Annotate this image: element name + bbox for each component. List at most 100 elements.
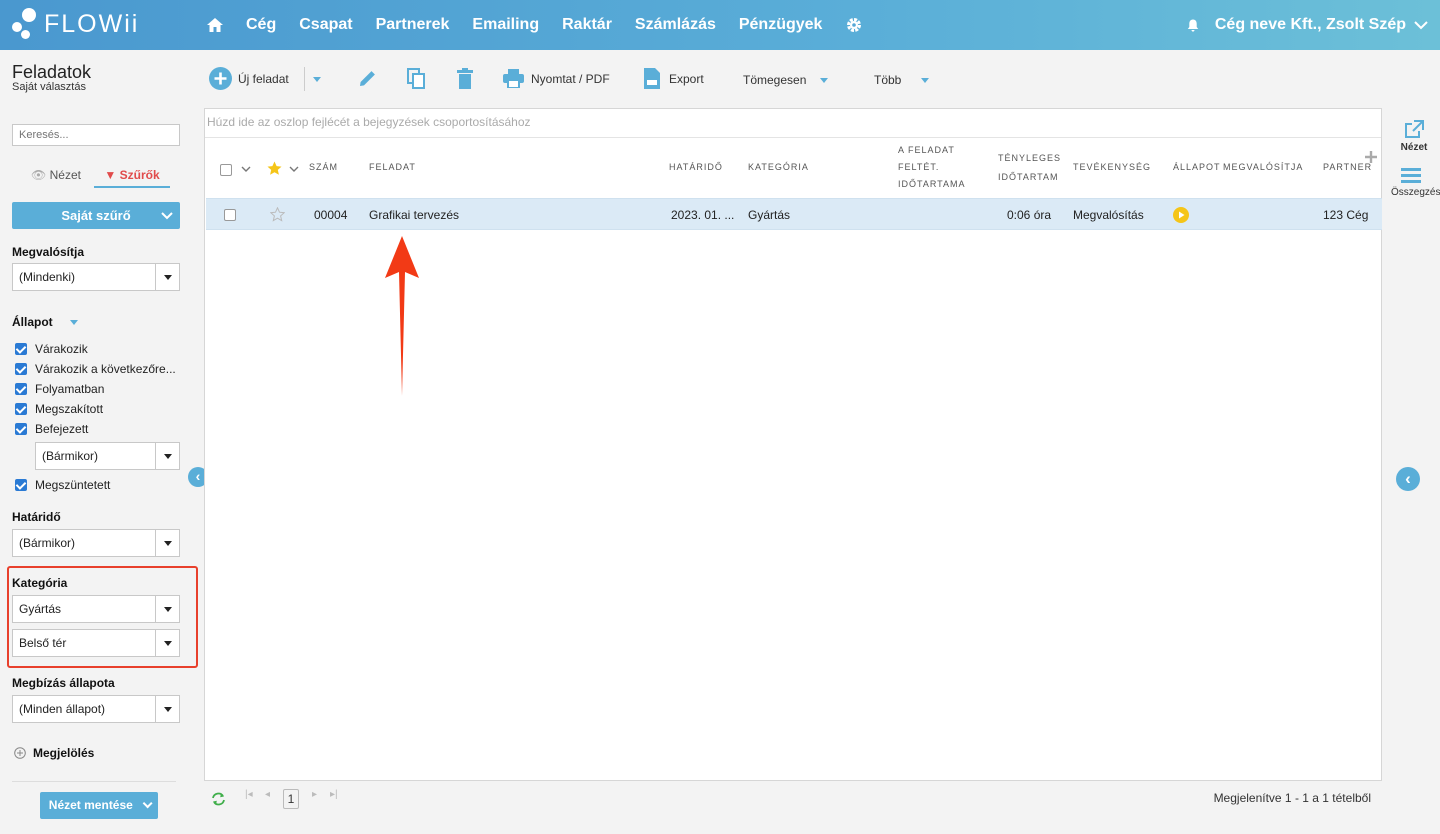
table-row[interactable]: 00004 Grafikai tervezés 2023. 01. ... Gy… xyxy=(206,198,1382,230)
column-header-number[interactable]: SZÁM xyxy=(309,157,338,177)
annotation-arrow-icon xyxy=(385,236,419,396)
new-task-button[interactable]: Új feladat xyxy=(209,67,289,90)
dropdown-arrow-icon xyxy=(155,530,179,556)
grid-footer: |◂ ◂ 1 ▸ ▸| Megjelenítve 1 - 1 a 1 tétel… xyxy=(204,781,1382,817)
cell-activity: Megvalósítás xyxy=(1073,208,1144,222)
order-status-select[interactable]: (Minden állapot) xyxy=(12,695,180,723)
refresh-icon[interactable] xyxy=(211,792,226,806)
assignee-select[interactable]: (Mindenki) xyxy=(12,263,180,291)
list-icon xyxy=(1401,168,1421,183)
nav-item-emailing[interactable]: Emailing xyxy=(472,16,539,34)
printer-icon xyxy=(503,69,524,88)
new-task-dropdown-icon[interactable] xyxy=(313,77,321,82)
group-by-hint[interactable]: Húzd ide az oszlop fejlécét a bejegyzése… xyxy=(207,115,531,129)
select-all-checkbox[interactable] xyxy=(220,164,232,176)
page-subtitle: Saját választás xyxy=(12,81,86,93)
plus-circle-icon xyxy=(14,747,26,759)
view-external-button[interactable]: Nézet xyxy=(1396,120,1432,153)
status-checkbox-waiting-next[interactable]: Várakozik a következőre... xyxy=(15,362,176,376)
more-actions-menu[interactable]: Több xyxy=(874,73,930,87)
save-view-button[interactable]: Nézet mentése xyxy=(40,792,158,819)
cell-partner: 123 Cég xyxy=(1323,208,1369,222)
flowii-logo-icon xyxy=(12,8,38,40)
star-icon[interactable] xyxy=(267,161,282,176)
print-pdf-button[interactable]: Nyomtat / PDF xyxy=(503,69,610,88)
brand-logo[interactable]: FLOWii xyxy=(12,8,139,40)
sidebar-tabs: 👁︎ Nézet ▼ Szűrők xyxy=(18,164,170,188)
deadline-select[interactable]: (Bármikor) xyxy=(12,529,180,557)
checkbox-checked-icon xyxy=(15,423,27,435)
bulk-actions-menu[interactable]: Tömegesen xyxy=(743,73,829,87)
excel-file-icon xyxy=(644,68,660,89)
chevron-down-icon[interactable] xyxy=(289,164,299,174)
copy-icon[interactable] xyxy=(407,68,426,89)
last-page-icon[interactable]: ▸| xyxy=(330,789,338,800)
page-number[interactable]: 1 xyxy=(283,789,299,809)
nav-item-szamlazas[interactable]: Számlázás xyxy=(635,16,716,34)
category-label: Kategória xyxy=(12,576,68,590)
status-in-progress-icon xyxy=(1173,207,1189,223)
category-select-1[interactable]: Gyártás xyxy=(12,595,180,623)
main-nav: Cég Csapat Partnerek Emailing Raktár Szá… xyxy=(206,0,863,50)
status-checkbox-terminated[interactable]: Megszüntetett xyxy=(15,478,110,492)
row-checkbox[interactable] xyxy=(224,209,236,221)
assignee-label: Megvalósítja xyxy=(12,245,85,259)
settings-gear-icon[interactable] xyxy=(845,16,863,34)
column-header-task[interactable]: FELADAT xyxy=(369,157,416,177)
column-header-actual-duration[interactable]: TÉNYLEGES IDŐTARTAM xyxy=(998,148,1061,187)
bell-icon[interactable] xyxy=(1187,19,1199,32)
filter-icon: ▼ xyxy=(104,168,117,182)
marking-toggle[interactable]: Megjelölés xyxy=(14,746,94,760)
chevron-down-icon[interactable] xyxy=(241,164,251,174)
edit-pencil-icon[interactable] xyxy=(358,69,377,88)
brand-name: FLOWii xyxy=(44,9,140,38)
user-menu[interactable]: Cég neve Kft., Zsolt Szép xyxy=(1187,0,1428,50)
column-header-status[interactable]: ÁLLAPOT xyxy=(1173,157,1221,177)
home-icon[interactable] xyxy=(206,16,224,34)
checkbox-checked-icon xyxy=(15,403,27,415)
task-grid: Húzd ide az oszlop fejlécét a bejegyzése… xyxy=(204,108,1382,781)
plus-circle-icon xyxy=(209,67,232,90)
nav-item-raktar[interactable]: Raktár xyxy=(562,16,612,34)
collapse-right-panel-button[interactable]: ‹ xyxy=(1396,467,1420,491)
column-header-activity[interactable]: TEVÉKENYSÉG xyxy=(1073,157,1151,177)
deadline-label: Határidő xyxy=(12,510,61,524)
add-column-plus-icon[interactable] xyxy=(1365,151,1377,163)
next-page-icon[interactable]: ▸ xyxy=(312,789,317,800)
previous-page-icon[interactable]: ◂ xyxy=(265,789,270,800)
star-outline-icon[interactable] xyxy=(270,207,285,222)
filter-sidebar: Feladatok Saját választás 👁︎ Nézet ▼ Szű… xyxy=(0,50,198,834)
dropdown-arrow-icon xyxy=(155,443,179,469)
export-button[interactable]: Export xyxy=(644,68,704,89)
column-header-deadline[interactable]: HATÁRIDŐ xyxy=(669,157,723,177)
chevron-down-icon xyxy=(820,77,829,83)
summary-button[interactable]: Összegzés xyxy=(1391,168,1440,198)
search-input[interactable] xyxy=(12,124,180,146)
status-checkbox-waiting[interactable]: Várakozik xyxy=(15,342,88,356)
column-header-category[interactable]: KATEGÓRIA xyxy=(748,157,809,177)
finished-when-select[interactable]: (Bármikor) xyxy=(35,442,180,470)
status-checkbox-finished[interactable]: Befejezett xyxy=(15,422,88,436)
nav-item-ceg[interactable]: Cég xyxy=(246,16,276,34)
cell-task[interactable]: Grafikai tervezés xyxy=(369,208,459,222)
dropdown-arrow-icon xyxy=(155,264,179,290)
first-page-icon[interactable]: |◂ xyxy=(245,789,253,800)
status-checkbox-interrupted[interactable]: Megszakított xyxy=(15,402,103,416)
category-select-2[interactable]: Belső tér xyxy=(12,629,180,657)
checkbox-checked-icon xyxy=(15,383,27,395)
tab-view[interactable]: 👁︎ Nézet xyxy=(18,164,94,188)
status-checkbox-in-progress[interactable]: Folyamatban xyxy=(15,382,104,396)
divider xyxy=(12,781,176,782)
delete-trash-icon[interactable] xyxy=(457,68,473,89)
nav-item-csapat[interactable]: Csapat xyxy=(299,16,352,34)
tab-filters[interactable]: ▼ Szűrők xyxy=(94,164,170,188)
chevron-down-icon xyxy=(161,212,173,220)
top-navigation-bar: FLOWii Cég Csapat Partnerek Emailing Rak… xyxy=(0,0,1440,50)
nav-item-partnerek[interactable]: Partnerek xyxy=(376,16,450,34)
nav-item-penzugyek[interactable]: Pénzügyek xyxy=(739,16,823,34)
column-header-assignee[interactable]: MEGVALÓSÍTJA xyxy=(1223,157,1303,177)
own-filter-button[interactable]: Saját szűrő xyxy=(12,202,180,229)
chevron-down-icon[interactable] xyxy=(70,320,79,326)
column-header-planned-duration[interactable]: A FELADAT FELTÉT. IDŐTARTAMA xyxy=(898,140,966,194)
cell-number: 00004 xyxy=(314,208,348,222)
